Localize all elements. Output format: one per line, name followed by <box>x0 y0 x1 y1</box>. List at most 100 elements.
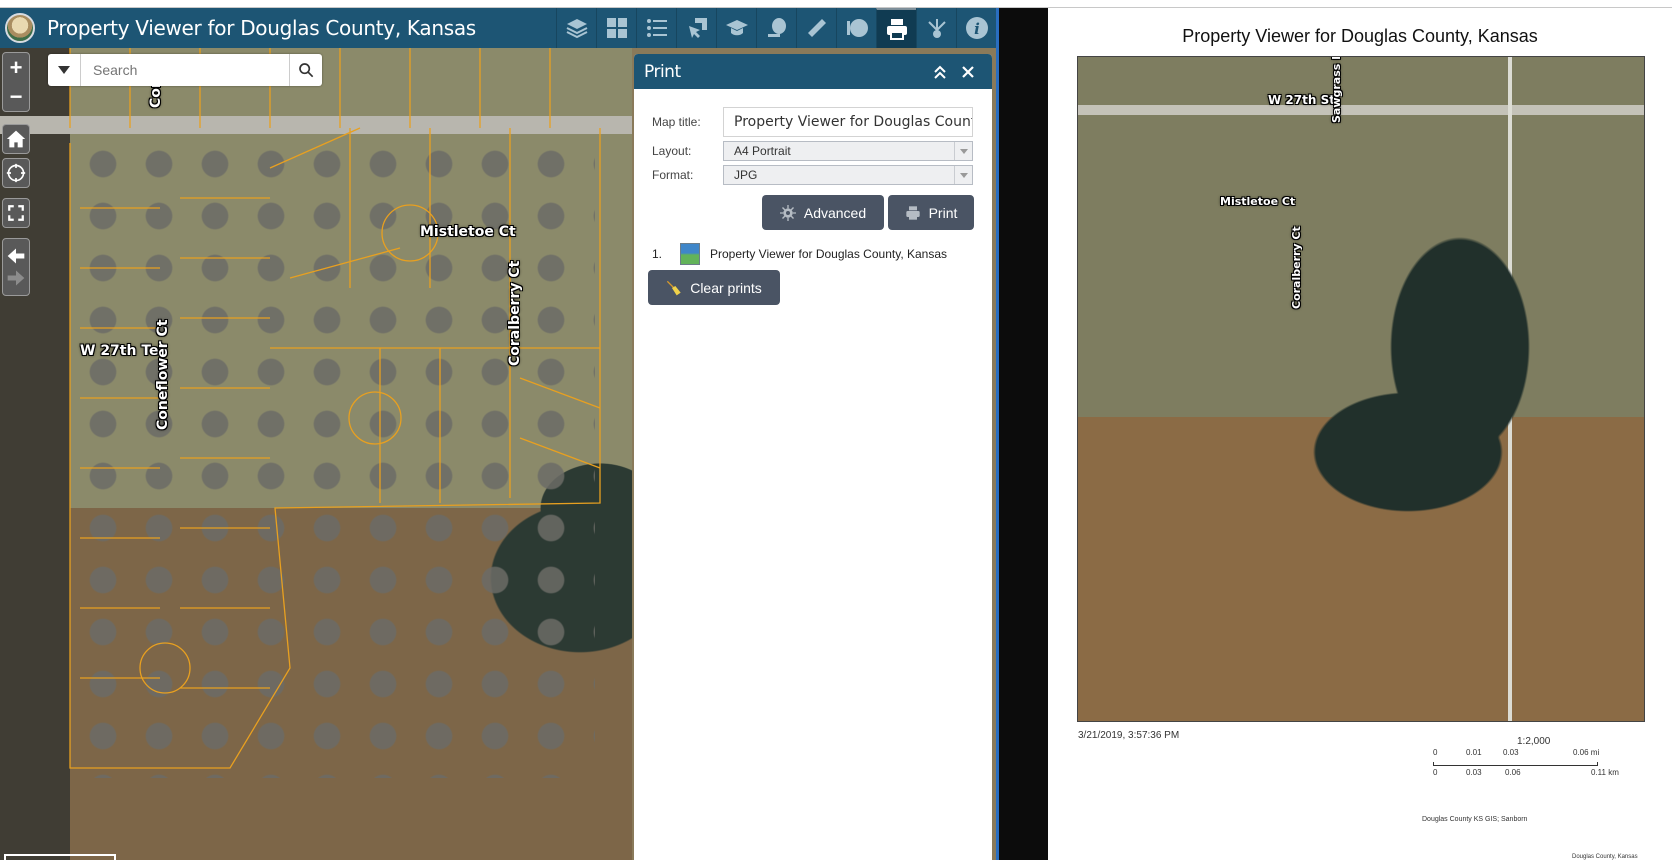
about-button[interactable]: i <box>956 8 996 48</box>
share-icon <box>927 19 946 38</box>
image-file-icon <box>680 243 700 265</box>
select-icon <box>688 18 707 38</box>
map-label-mistletoe-ct: Mistletoe Ct <box>420 224 516 240</box>
printer-icon <box>905 205 920 220</box>
collapse-panel-button[interactable] <box>926 65 954 79</box>
select-button[interactable] <box>676 8 716 48</box>
preview-label-coralberry-ct: Coralberry Ct <box>1290 226 1303 309</box>
map-label-top: Con <box>148 78 164 108</box>
scale-line <box>1433 762 1598 766</box>
print-result-number: 1. <box>652 247 663 261</box>
search-input[interactable] <box>81 54 289 86</box>
home-button[interactable] <box>2 124 30 154</box>
search-button[interactable] <box>289 54 322 86</box>
layout-label: Layout: <box>652 144 692 158</box>
chevron-down-icon <box>954 142 972 160</box>
tape-button[interactable] <box>756 8 796 48</box>
printer-icon <box>886 19 907 40</box>
zoom-in-button[interactable]: + <box>3 53 29 82</box>
map-title-label: Map title: <box>652 115 701 129</box>
map-label-coneflower-ct: Coneflower Ct <box>155 319 171 430</box>
preview-label-w27th-st: W 27th St <box>1268 93 1335 107</box>
preview-title: Property Viewer for Douglas County, Kans… <box>1182 26 1538 46</box>
education-button[interactable] <box>716 8 756 48</box>
map-label-coralberry-ct: Coralberry Ct <box>507 260 523 366</box>
scale-km-1: 0.03 <box>1466 768 1482 777</box>
map-title-input[interactable] <box>723 107 973 137</box>
preview-label-mistletoe-ct: Mistletoe Ct <box>1220 195 1296 208</box>
tape-icon <box>767 18 786 37</box>
map-view[interactable]: Con W 27th Ter Coneflower Ct Mistletoe C… <box>0 48 632 860</box>
next-extent-icon[interactable] <box>6 267 26 289</box>
close-icon <box>962 65 974 78</box>
widget-toolbar: i <box>556 8 996 48</box>
locate-icon <box>6 163 26 183</box>
legend-button[interactable] <box>636 8 676 48</box>
app-title: Property Viewer for Douglas County, Kans… <box>47 16 476 40</box>
graduation-cap-icon <box>725 20 748 36</box>
extent-navigate <box>2 238 30 296</box>
preview-footer: Douglas County, Kansas <box>1572 854 1638 860</box>
layout-value: A4 Portrait <box>734 144 791 158</box>
preview-label-sawgrass-dr: Sawgrass Dr <box>1330 56 1343 123</box>
format-select[interactable]: JPG <box>723 165 973 185</box>
preview-scale-bar: 1:2,000 0 0.01 0.03 0.06 mi 0 0.03 0.06 … <box>1433 728 1633 778</box>
map-label-w27th-ter: W 27th Ter <box>80 343 166 359</box>
double-chevron-up-icon <box>934 65 946 79</box>
fullscreen-button[interactable] <box>2 198 30 228</box>
scale-mi-3: 0.06 mi <box>1573 748 1600 757</box>
preview-credit: Douglas County KS GIS; Sanborn <box>1422 816 1528 823</box>
fullscreen-icon <box>8 205 24 221</box>
zoom-control: + − <box>2 52 30 112</box>
browser-top-strip <box>0 0 1672 8</box>
basemap-gallery-button[interactable] <box>596 8 636 48</box>
scale-mi-1: 0.01 <box>1466 748 1482 757</box>
layout-select[interactable]: A4 Portrait <box>723 141 973 161</box>
scale-mi-0: 0 <box>1433 748 1438 757</box>
chevron-down-icon <box>954 166 972 184</box>
search-source-dropdown[interactable] <box>48 54 81 86</box>
search-icon <box>299 63 314 78</box>
previous-extent-icon[interactable] <box>6 245 26 267</box>
search-widget <box>48 54 322 86</box>
print-result-item[interactable]: 1. Property Viewer for Douglas County, K… <box>652 243 974 265</box>
layers-button[interactable] <box>556 8 596 48</box>
map-scalebar <box>4 854 116 860</box>
print-panel-title: Print <box>644 61 681 82</box>
list-icon <box>646 19 667 37</box>
svg-text:i: i <box>974 20 980 38</box>
scale-km-0: 0 <box>1433 768 1438 777</box>
draw-button[interactable] <box>836 8 876 48</box>
print-submit-button[interactable]: Print <box>888 195 974 230</box>
print-form: Map title: Layout: A4 Portrait Format: J… <box>634 89 992 265</box>
measurement-button[interactable] <box>796 8 836 48</box>
print-result-link[interactable]: Property Viewer for Douglas County, Kans… <box>710 247 947 261</box>
caret-down-icon <box>58 66 70 74</box>
county-logo <box>5 13 35 43</box>
info-icon: i <box>965 17 988 39</box>
share-button[interactable] <box>916 8 956 48</box>
print-panel: Print Map title: Layout: A4 Portrait <box>634 54 992 860</box>
print-button[interactable] <box>876 8 916 48</box>
parcel-lines <box>69 48 601 769</box>
preview-map-image: W 27th St Sawgrass Dr Mistletoe Ct Coral… <box>1077 56 1645 722</box>
scale-km-2: 0.06 <box>1505 768 1521 777</box>
clear-prints-label: Clear prints <box>690 279 762 296</box>
property-viewer-app: Property Viewer for Douglas County, Kans… <box>0 0 996 860</box>
format-label: Format: <box>652 168 694 182</box>
scale-km-3: 0.11 km <box>1591 768 1619 777</box>
close-panel-button[interactable] <box>954 65 982 78</box>
clear-prints-button[interactable]: Clear prints <box>648 270 780 305</box>
my-location-button[interactable] <box>2 158 30 188</box>
gear-icon <box>779 204 796 221</box>
grid-icon <box>606 18 627 38</box>
print-label: Print <box>928 204 958 221</box>
app-header: Property Viewer for Douglas County, Kans… <box>0 8 996 48</box>
ruler-icon <box>807 19 826 37</box>
advanced-button[interactable]: Advanced <box>762 195 884 230</box>
layers-icon <box>566 19 587 39</box>
zoom-out-button[interactable]: − <box>3 82 29 111</box>
palette-icon <box>846 19 868 37</box>
preview-scale-ratio: 1:2,000 <box>1517 736 1551 747</box>
preview-date: 3/21/2019, 3:57:36 PM <box>1078 730 1180 741</box>
